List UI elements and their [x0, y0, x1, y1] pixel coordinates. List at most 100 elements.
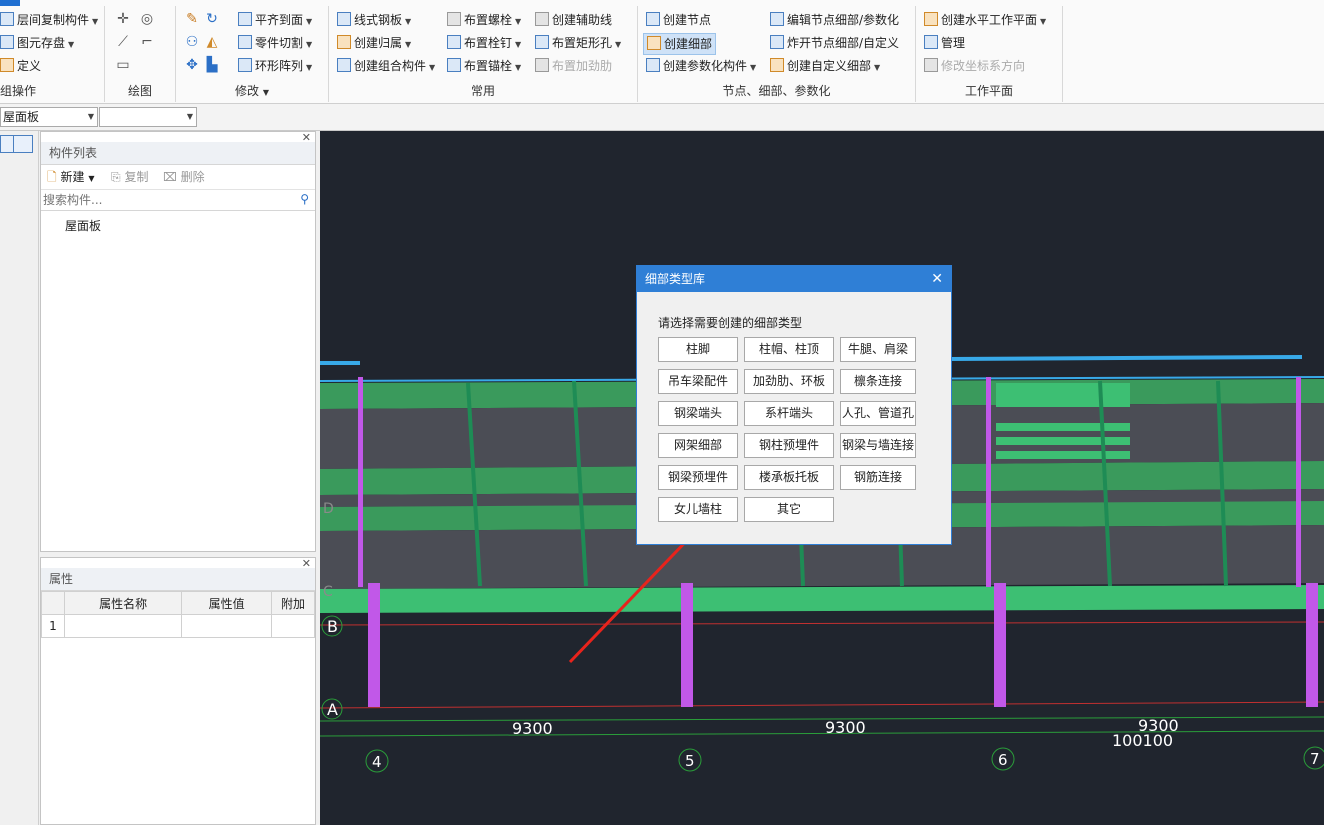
stretch-icon[interactable]: ▙	[204, 57, 220, 73]
circular-array-button[interactable]: 环形阵列 ▼	[238, 56, 312, 76]
axis-label: A	[327, 700, 338, 719]
create-parametric-button[interactable]: 创建参数化构件 ▼	[646, 56, 756, 76]
column-header: 属性名称	[63, 591, 183, 615]
type-crane-beam-button[interactable]: 吊车梁配件	[658, 369, 738, 394]
move-icon[interactable]: ✥	[184, 57, 200, 73]
type-manhole-button[interactable]: 人孔、管道孔	[840, 401, 916, 426]
rect-hole-icon	[535, 35, 549, 49]
create-horizontal-plane-button[interactable]: 创建水平工作平面 ▼	[924, 10, 1046, 30]
define-button[interactable]: 定义	[0, 56, 41, 76]
place-rect-hole-button[interactable]: 布置矩形孔 ▼	[535, 33, 621, 53]
create-node-button[interactable]: 创建节点	[646, 10, 711, 30]
axis-label: 6	[998, 751, 1008, 769]
type-deck-support-button[interactable]: 楼承板托板	[744, 465, 834, 490]
type-beam-end-button[interactable]: 钢梁端头	[658, 401, 738, 426]
place-anchor-button[interactable]: 布置锚栓 ▼	[447, 56, 521, 76]
type-beam-embed-button[interactable]: 钢梁预埋件	[658, 465, 738, 490]
type-parapet-column-button[interactable]: 女儿墙柱	[658, 497, 738, 522]
dialog-header: 细部类型库 ✕	[637, 266, 951, 292]
create-assembly-button[interactable]: 创建组合构件 ▼	[337, 56, 435, 76]
type-space-frame-button[interactable]: 网架细部	[658, 433, 738, 458]
brush-icon[interactable]: ✎	[184, 11, 200, 27]
type-rebar-connection-button[interactable]: 钢筋连接	[840, 465, 916, 490]
stair-step	[996, 423, 1130, 431]
mirror-icon[interactable]: ◭	[204, 34, 220, 50]
delete-button[interactable]: ⌧ 删除	[163, 168, 205, 186]
close-icon[interactable]: ✕	[931, 266, 943, 292]
chevron-down-icon: ▼	[405, 17, 412, 26]
type-tie-end-button[interactable]: 系杆端头	[744, 401, 834, 426]
plane-icon	[924, 12, 938, 26]
search-bar: ⚲	[41, 190, 315, 211]
property-value-cell[interactable]	[181, 614, 272, 638]
type-beam-wall-button[interactable]: 钢梁与墙连接	[840, 433, 916, 458]
modify-coordinate-button[interactable]: 修改坐标系方向	[924, 56, 1025, 76]
place-stiffener-button[interactable]: 布置加劲肋	[535, 56, 612, 76]
group-nodes-details: 创建节点 创建细部 创建参数化构件 ▼ 编辑节点细部/参数化 炸开节点细部/自定义…	[638, 6, 916, 102]
create-attribution-button[interactable]: 创建归属 ▼	[337, 33, 411, 53]
chevron-down-icon: ▼	[88, 174, 95, 183]
type-stiffener-button[interactable]: 加劲肋、环板	[744, 369, 834, 394]
place-stud-button[interactable]: 布置栓钉 ▼	[447, 33, 521, 53]
copy-between-layers-button[interactable]: 层间复制构件 ▼	[0, 10, 98, 30]
copy-button[interactable]: ⎘ 复制	[111, 168, 148, 186]
left-tool-strip	[0, 131, 39, 825]
point-icon[interactable]: ✛	[115, 11, 131, 27]
circle-point-icon[interactable]: ◎	[139, 11, 155, 27]
panel-title: 属性	[41, 568, 315, 591]
type-column-cap-button[interactable]: 柱帽、柱顶	[744, 337, 834, 362]
place-bolt-button[interactable]: 布置螺栓 ▼	[447, 10, 521, 30]
search-input[interactable]	[41, 190, 285, 210]
polyline-icon[interactable]: ⌐	[139, 34, 155, 50]
layer-select[interactable]: 屋面板 ▼	[0, 107, 98, 127]
part-cut-button[interactable]: 零件切割 ▼	[238, 33, 312, 53]
chevron-down-icon: ▼	[186, 112, 193, 121]
explode-node-detail-button[interactable]: 炸开节点细部/自定义	[770, 33, 899, 53]
property-name-cell[interactable]	[63, 614, 183, 638]
rectangle-icon[interactable]: ▭	[115, 57, 131, 73]
manage-button[interactable]: 管理	[924, 33, 965, 53]
type-purlin-button[interactable]: 檩条连接	[840, 369, 916, 394]
property-extra-cell[interactable]	[271, 614, 315, 638]
list-view-icon[interactable]	[13, 135, 33, 153]
line-icon[interactable]: ⟋	[115, 34, 131, 50]
group-title: 节点、细部、参数化	[722, 84, 831, 98]
close-icon[interactable]: ✕	[302, 557, 311, 570]
group-work-plane: 创建水平工作平面 ▼ 管理 修改坐标系方向 工作平面	[916, 6, 1063, 102]
chevron-down-icon: ▼	[429, 63, 436, 72]
group-title: 绘图	[127, 84, 152, 98]
edit-node-detail-button[interactable]: 编辑节点细部/参数化	[770, 10, 899, 30]
main-beam	[320, 585, 1324, 613]
type-bracket-button[interactable]: 牛腿、肩梁	[840, 337, 916, 362]
axis-label: 5	[685, 752, 695, 770]
chevron-down-icon: ▼	[306, 63, 313, 72]
search-icon[interactable]: ⚲	[300, 192, 309, 206]
new-button[interactable]: 🗋 新建 ▼	[47, 168, 94, 188]
align-to-face-button[interactable]: 平齐到面 ▼	[238, 10, 312, 30]
type-other-button[interactable]: 其它	[744, 497, 834, 522]
group-common: 线式钢板 ▼ 创建归属 ▼ 创建组合构件 ▼ 布置螺栓 ▼ 布置栓钉 ▼ 布置锚栓 ▼ 创建…	[329, 6, 638, 102]
rotate-icon[interactable]: ↻	[204, 11, 220, 27]
create-custom-detail-button[interactable]: 创建自定义细部 ▼	[770, 56, 880, 76]
stair-step	[996, 437, 1130, 445]
save-elements-button[interactable]: 图元存盘 ▼	[0, 33, 74, 53]
attribution-icon	[337, 35, 351, 49]
offset-icon[interactable]: ⚇	[184, 34, 200, 50]
layers-icon	[0, 12, 14, 26]
type-column-base-button[interactable]: 柱脚	[658, 337, 738, 362]
row-index: 1	[41, 614, 65, 638]
create-detail-button[interactable]: 创建细部	[643, 33, 717, 55]
tree-item[interactable]: 屋面板	[41, 211, 315, 234]
chevron-down-icon: ▼	[515, 17, 522, 26]
chevron-down-icon[interactable]: ▼	[263, 88, 269, 97]
custom-detail-icon	[770, 58, 784, 72]
table-row[interactable]: 1	[41, 614, 315, 638]
properties-panel: ✕ 属性 属性名称 属性值 附加 1	[40, 557, 316, 825]
close-icon[interactable]: ✕	[302, 131, 311, 144]
create-aux-line-button[interactable]: 创建辅助线	[535, 10, 612, 30]
type-column-embed-button[interactable]: 钢柱预埋件	[744, 433, 834, 458]
secondary-select[interactable]: ▼	[99, 107, 197, 127]
group-title: 常用	[470, 84, 495, 98]
line-plate-button[interactable]: 线式钢板 ▼	[337, 10, 411, 30]
dimension-label: 9300	[825, 718, 866, 737]
